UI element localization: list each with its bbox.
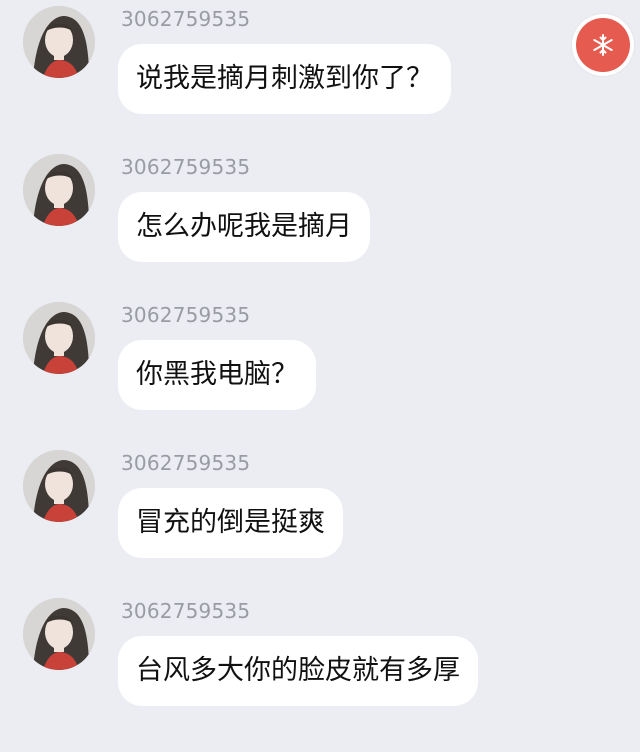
message-text: 台风多大你的脸皮就有多厚 (136, 655, 460, 686)
message-row: 3062759535 台风多大你的脸皮就有多厚 (0, 592, 640, 740)
avatar-image (23, 154, 95, 226)
message-bubble[interactable]: 台风多大你的脸皮就有多厚 (118, 636, 478, 706)
avatar[interactable] (23, 154, 95, 226)
message-row: 3062759535 你黑我电脑？ (0, 296, 640, 444)
sender-id: 3062759535 (121, 303, 251, 327)
message-bubble[interactable]: 怎么办呢我是摘月 (118, 192, 370, 262)
message-bubble[interactable]: 说我是摘月刺激到你了？ (118, 44, 451, 114)
message-text: 说我是摘月刺激到你了？ (136, 63, 433, 94)
avatar[interactable] (23, 450, 95, 522)
avatar-image (23, 6, 95, 78)
message-row: 3062759535 冒充的倒是挺爽 (0, 444, 640, 592)
fab-accent-circle (576, 18, 630, 72)
message-row: 3062759535 怎么办呢我是摘月 (0, 148, 640, 296)
avatar-image (23, 450, 95, 522)
sender-id: 3062759535 (121, 7, 251, 31)
sender-id: 3062759535 (121, 451, 251, 475)
message-text: 冒充的倒是挺爽 (136, 507, 325, 538)
sender-id: 3062759535 (121, 599, 251, 623)
snowflake-icon (593, 34, 613, 56)
message-text: 你黑我电脑？ (136, 359, 298, 390)
message-bubble[interactable]: 你黑我电脑？ (118, 340, 316, 410)
message-bubble[interactable]: 冒充的倒是挺爽 (118, 488, 343, 558)
avatar[interactable] (23, 302, 95, 374)
message-row: 3062759535 说我是摘月刺激到你了？ (0, 0, 640, 148)
avatar-image (23, 598, 95, 670)
sender-id: 3062759535 (121, 155, 251, 179)
message-text: 怎么办呢我是摘月 (136, 211, 352, 242)
avatar-image (23, 302, 95, 374)
avatar[interactable] (23, 6, 95, 78)
chat-thread: 3062759535 说我是摘月刺激到你了？ 3062759535 怎么办呢我是… (0, 0, 640, 752)
avatar[interactable] (23, 598, 95, 670)
floating-snowflake-button[interactable] (572, 14, 634, 76)
